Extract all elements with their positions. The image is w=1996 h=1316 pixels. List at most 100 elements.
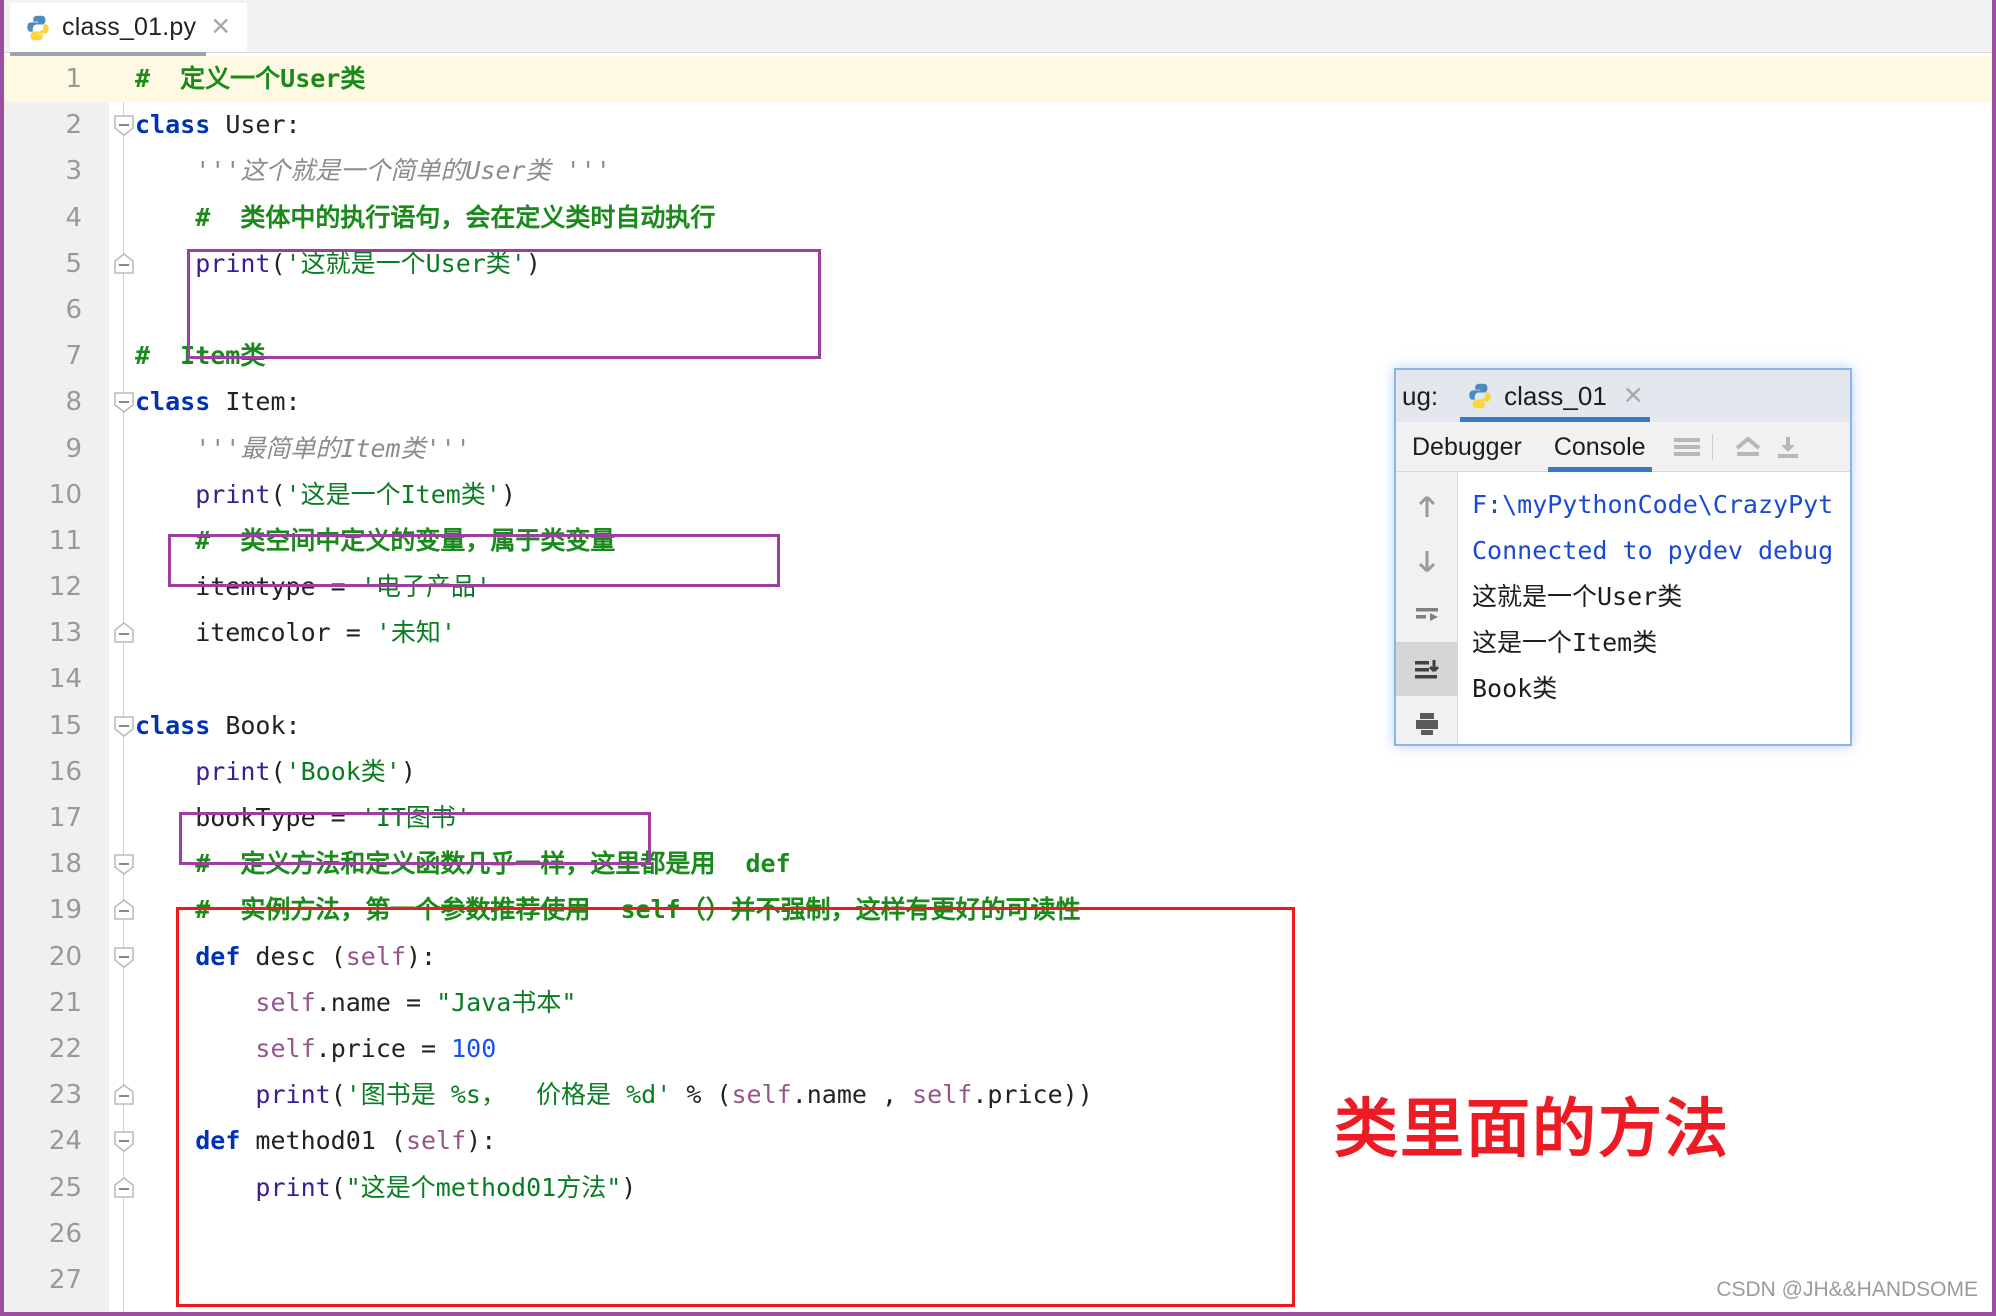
fold-end-icon[interactable] — [113, 899, 135, 921]
code-line[interactable]: 2 class User: — [4, 102, 1992, 148]
download-icon[interactable] — [1773, 434, 1803, 460]
code-text: # 定义一个User类 — [135, 56, 365, 102]
code-token: # 类空间中定义的变量，属于类变量 — [135, 525, 616, 555]
code-token: method01 — [240, 1126, 391, 1156]
console-output[interactable]: F:\myPythonCode\CrazyPyt Connected to pyd… — [1458, 472, 1850, 744]
code-line[interactable]: 4 # 类体中的执行语句，会在定义类时自动执行 — [4, 195, 1992, 241]
editor-tab-bar: class_01.py ✕ — [4, 0, 1992, 56]
code-token: class — [135, 387, 211, 417]
fold-collapse-icon[interactable] — [113, 946, 135, 968]
fold-end-icon[interactable] — [113, 252, 135, 275]
console-line: Connected to pydev debug — [1472, 536, 1834, 565]
line-number: 10 — [48, 479, 82, 510]
code-line[interactable]: 1 # 定义一个User类 — [4, 56, 1992, 103]
code-text: class Item: — [135, 379, 301, 425]
code-token: # 定义方法和定义函数几乎一样，这里都是用 def — [135, 849, 791, 879]
line-number: 27 — [48, 1264, 82, 1295]
line-number: 9 — [65, 433, 82, 464]
line-number: 4 — [65, 202, 82, 233]
code-text: # 定义方法和定义函数几乎一样，这里都是用 def — [135, 841, 791, 887]
code-token: .price)) — [972, 1080, 1093, 1110]
code-token: ) — [500, 479, 516, 509]
fold-collapse-icon[interactable] — [113, 114, 135, 137]
code-text: print("这是个method01方法") — [135, 1165, 636, 1211]
debug-panel-titlebar: ug: class_01 ✕ — [1396, 370, 1850, 422]
code-token: self — [912, 1080, 973, 1110]
code-line[interactable]: 20 def desc (self): — [4, 934, 1992, 980]
python-file-icon — [1466, 382, 1494, 410]
code-line[interactable]: 17 bookType = 'IT图书' — [4, 795, 1992, 841]
fold-end-icon[interactable] — [113, 622, 135, 644]
close-icon[interactable]: ✕ — [1623, 383, 1644, 409]
fold-collapse-icon[interactable] — [113, 715, 135, 737]
code-line[interactable]: 21 self.name = "Java书本" — [4, 980, 1992, 1026]
code-line[interactable]: 26 — [4, 1211, 1992, 1257]
code-text: print('这就是一个User类') — [135, 241, 541, 287]
code-line[interactable]: 19 # 实例方法，第一个参数推荐使用 self（）并不强制，这样有更好的可读性 — [4, 887, 1992, 933]
fold-collapse-icon[interactable] — [113, 853, 135, 876]
console-line: 这是一个Item类 — [1472, 628, 1658, 657]
code-text: # 类空间中定义的变量，属于类变量 — [135, 518, 615, 564]
line-number: 17 — [48, 803, 82, 833]
code-token: '图书是 %s， 价格是 %d' — [345, 1080, 672, 1110]
line-number: 11 — [48, 525, 82, 556]
tab-console[interactable]: Console — [1538, 422, 1662, 472]
code-line[interactable]: 25 print("这是个method01方法") — [4, 1165, 1992, 1211]
code-text: # 实例方法，第一个参数推荐使用 self（）并不强制，这样有更好的可读性 — [135, 887, 1081, 933]
code-line[interactable]: 5 print('这就是一个User类') — [4, 241, 1992, 287]
line-number: 19 — [48, 895, 82, 926]
code-text: '''这个就是一个简单的User类 ''' — [135, 148, 611, 194]
code-token: print — [195, 248, 271, 278]
debug-run-tab[interactable]: class_01 ✕ — [1458, 370, 1652, 422]
code-line[interactable]: 6 — [4, 287, 1992, 333]
code-token: '这是一个Item类' — [285, 479, 501, 509]
csdn-watermark: CSDN @JH&&HANDSOME — [1716, 1278, 1978, 1301]
code-token: bookType = — [135, 803, 361, 832]
code-token: ): — [466, 1126, 497, 1156]
code-token: itemtype = — [135, 572, 361, 602]
code-text: print('图书是 %s， 价格是 %d' % (self.name , se… — [135, 1072, 1093, 1118]
code-text: class User: — [135, 102, 301, 148]
code-line[interactable]: 27 — [4, 1257, 1992, 1303]
fold-collapse-icon[interactable] — [113, 391, 135, 414]
line-number: 13 — [48, 618, 82, 649]
code-token: 'Book类' — [285, 756, 401, 786]
code-token: "这是个method01方法" — [345, 1172, 622, 1202]
code-token: '未知' — [375, 618, 456, 648]
hamburger-menu-icon[interactable] — [1672, 434, 1702, 460]
arrow-up-icon[interactable] — [1396, 480, 1458, 534]
code-token: class — [135, 110, 211, 140]
fold-end-icon[interactable] — [113, 1176, 135, 1199]
code-text: print('这是一个Item类') — [135, 472, 516, 518]
code-text: '''最简单的Item类''' — [135, 426, 471, 472]
code-token: self — [255, 987, 316, 1017]
code-line[interactable]: 3 '''这个就是一个简单的User类 ''' — [4, 148, 1992, 194]
scroll-to-end-icon[interactable] — [1396, 642, 1458, 696]
code-line[interactable]: 16 print('Book类') — [4, 749, 1992, 795]
arrow-down-icon[interactable] — [1396, 534, 1458, 588]
fold-collapse-icon[interactable] — [113, 1130, 135, 1153]
code-text: bookType = 'IT图书' — [135, 795, 471, 841]
debug-console-panel[interactable]: ug: class_01 ✕ Debugger Console F:\myPyt… — [1394, 368, 1852, 746]
debug-panel-toolbar: Debugger Console — [1396, 422, 1850, 472]
tab-debugger[interactable]: Debugger — [1396, 422, 1538, 472]
code-token: ( — [330, 1172, 346, 1202]
line-number: 20 — [48, 941, 82, 972]
print-icon[interactable] — [1396, 696, 1458, 750]
soft-wrap-icon[interactable] — [1396, 588, 1458, 642]
code-token: # 类体中的执行语句，会在定义类时自动执行 — [135, 202, 716, 232]
line-number: 21 — [48, 987, 82, 1018]
editor-tab-class01[interactable]: class_01.py ✕ — [10, 3, 248, 52]
code-token: # 实例方法，第一个参数推荐使用 self（）并不强制，这样有更好的可读性 — [135, 895, 1081, 925]
line-number: 24 — [48, 1126, 82, 1157]
soft-wrap-up-icon[interactable] — [1733, 434, 1763, 460]
fold-end-icon[interactable] — [113, 1084, 135, 1106]
code-line[interactable]: 18 # 定义方法和定义函数几乎一样，这里都是用 def — [4, 841, 1992, 887]
console-line: Book类 — [1472, 674, 1558, 703]
code-token: # Item类 — [135, 341, 266, 371]
code-line[interactable]: 22 self.price = 100 — [4, 1026, 1992, 1072]
close-icon[interactable]: ✕ — [210, 15, 231, 40]
code-text: itemcolor = '未知' — [135, 610, 456, 656]
